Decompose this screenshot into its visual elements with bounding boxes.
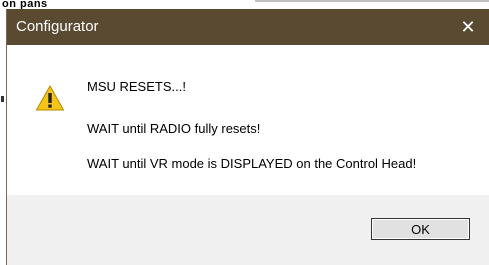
message-line-2: WAIT until RADIO fully resets! (87, 121, 261, 136)
ok-button[interactable]: OK (371, 218, 470, 240)
message-line-1: MSU RESETS...! (87, 79, 186, 94)
close-button[interactable]: ✕ (446, 9, 489, 45)
dialog-content: MSU RESETS...! WAIT until RADIO fully re… (7, 45, 489, 195)
background-marker (1, 96, 4, 102)
message-line-3: WAIT until VR mode is DISPLAYED on the C… (87, 156, 417, 171)
close-icon: ✕ (460, 16, 476, 38)
dialog-footer: OK (7, 195, 489, 265)
background-text-fragment: on pans (2, 0, 48, 9)
dialog-title: Configurator (16, 18, 99, 35)
background-divider (255, 0, 489, 2)
warning-icon (35, 84, 65, 111)
title-bar[interactable]: Configurator ✕ (7, 9, 489, 45)
message-dialog: Configurator ✕ MSU RESETS...! WAIT until… (6, 9, 489, 265)
ok-button-label: OK (411, 221, 430, 237)
